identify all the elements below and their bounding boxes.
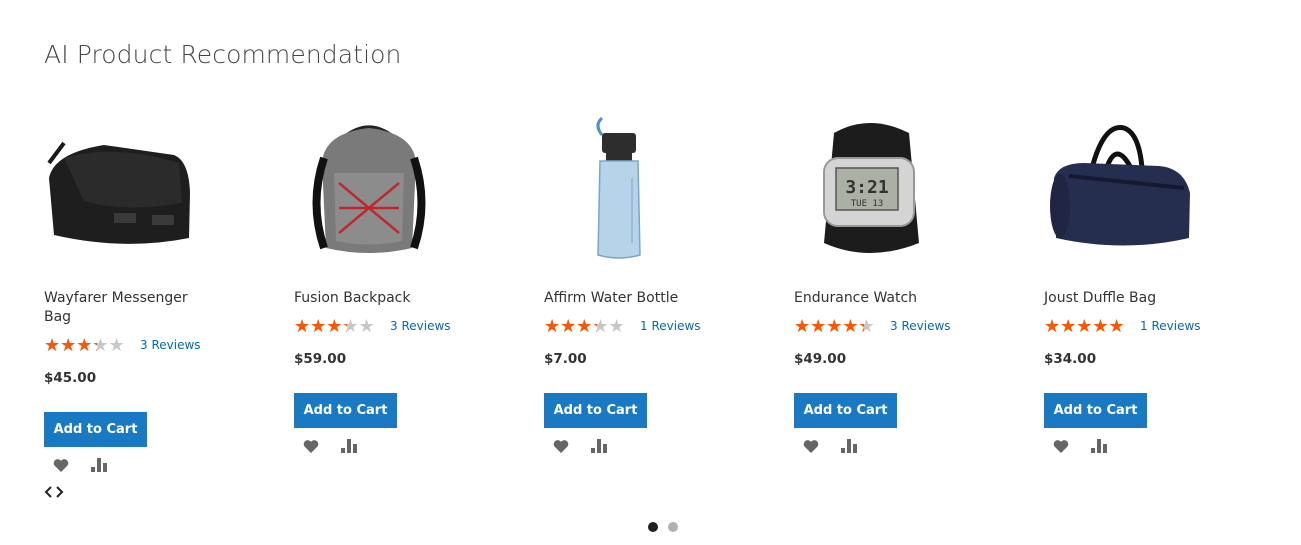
watch-time: 3:21 [845, 177, 888, 198]
product-grid: Wayfarer Messenger Bag ★★★★★★★★★★ 3 Revi… [0, 0, 1301, 545]
reviews-link[interactable]: 3 Reviews [140, 338, 201, 352]
product-item: Fusion Backpack ★★★★★★★★★★ 3 Reviews $59… [294, 110, 474, 453]
add-to-cart-button[interactable]: Add to Cart [294, 393, 397, 428]
code-icon[interactable] [44, 484, 64, 500]
heart-icon[interactable] [1052, 437, 1070, 455]
product-rating: ★★★★★★★★★★ 3 Reviews [794, 317, 951, 335]
product-name[interactable]: Endurance Watch [794, 289, 954, 308]
water-bottle-icon [596, 116, 641, 259]
messenger-bag-icon [47, 141, 190, 244]
product-actions [52, 456, 108, 474]
product-price: $59.00 [294, 351, 347, 367]
product-price: $49.00 [794, 351, 847, 367]
rating-stars: ★★★★★★★★★★ [1044, 316, 1125, 336]
product-price: $34.00 [1044, 351, 1097, 367]
backpack-icon [312, 125, 426, 253]
product-rating: ★★★★★★★★★★ 3 Reviews [44, 336, 201, 354]
product-item: Joust Duffle Bag ★★★★★ ★★★★★ 1 Reviews $3… [1044, 110, 1224, 453]
rating-stars: ★★★★★★★★★★ [44, 335, 125, 355]
product-item: Affirm Water Bottle ★★★★★★★★★★ 1 Reviews… [544, 110, 724, 453]
reviews-link[interactable]: 1 Reviews [1140, 319, 1201, 333]
rating-stars: ★★★★★★★★★★ [544, 316, 625, 336]
add-to-cart-button[interactable]: Add to Cart [44, 412, 147, 447]
rating-stars: ★★★★★★★★★★ [794, 316, 875, 336]
compare-icon[interactable] [590, 437, 608, 455]
product-name[interactable]: Wayfarer Messenger Bag [44, 289, 204, 327]
add-to-cart-button[interactable]: Add to Cart [794, 393, 897, 428]
add-to-cart-button[interactable]: Add to Cart [1044, 393, 1147, 428]
product-name[interactable]: Fusion Backpack [294, 289, 454, 308]
product-photo-link[interactable]: 3:21 TUE 13 [794, 110, 944, 265]
product-actions [552, 437, 608, 455]
compare-icon[interactable] [840, 437, 858, 455]
product-rating: ★★★★★★★★★★ 1 Reviews [1044, 317, 1201, 335]
product-price: $7.00 [544, 351, 587, 367]
reviews-link[interactable]: 1 Reviews [640, 319, 701, 333]
heart-icon[interactable] [802, 437, 820, 455]
reviews-link[interactable]: 3 Reviews [890, 319, 951, 333]
product-name[interactable]: Joust Duffle Bag [1044, 289, 1204, 308]
product-photo-link[interactable] [44, 110, 194, 265]
carousel-dot-1[interactable] [648, 522, 658, 532]
compare-icon[interactable] [340, 437, 358, 455]
heart-icon[interactable] [52, 456, 70, 474]
rating-stars: ★★★★★★★★★★ [294, 316, 375, 336]
duffle-bag-icon [1050, 124, 1190, 245]
product-item: 3:21 TUE 13 Endurance Watch ★★★★★★★★★★ 3… [794, 110, 974, 453]
carousel-dot-2[interactable] [668, 522, 678, 532]
product-rating: ★★★★★★★★★★ 3 Reviews [294, 317, 451, 335]
watch-date: TUE 13 [851, 199, 884, 209]
product-item: Wayfarer Messenger Bag ★★★★★★★★★★ 3 Revi… [44, 110, 224, 472]
reviews-link[interactable]: 3 Reviews [390, 319, 451, 333]
heart-icon[interactable] [552, 437, 570, 455]
product-actions [802, 437, 858, 455]
heart-icon[interactable] [302, 437, 320, 455]
carousel-pagination [648, 522, 678, 532]
product-actions [302, 437, 358, 455]
product-name[interactable]: Affirm Water Bottle [544, 289, 704, 308]
compare-icon[interactable] [1090, 437, 1108, 455]
compare-icon[interactable] [90, 456, 108, 474]
product-actions [1052, 437, 1108, 455]
watch-icon: 3:21 TUE 13 [823, 122, 919, 253]
product-photo-link[interactable] [544, 110, 694, 265]
product-photo-link[interactable] [294, 110, 444, 265]
add-to-cart-button[interactable]: Add to Cart [544, 393, 647, 428]
product-photo-link[interactable] [1044, 110, 1194, 265]
product-price: $45.00 [44, 370, 97, 386]
product-rating: ★★★★★★★★★★ 1 Reviews [544, 317, 701, 335]
